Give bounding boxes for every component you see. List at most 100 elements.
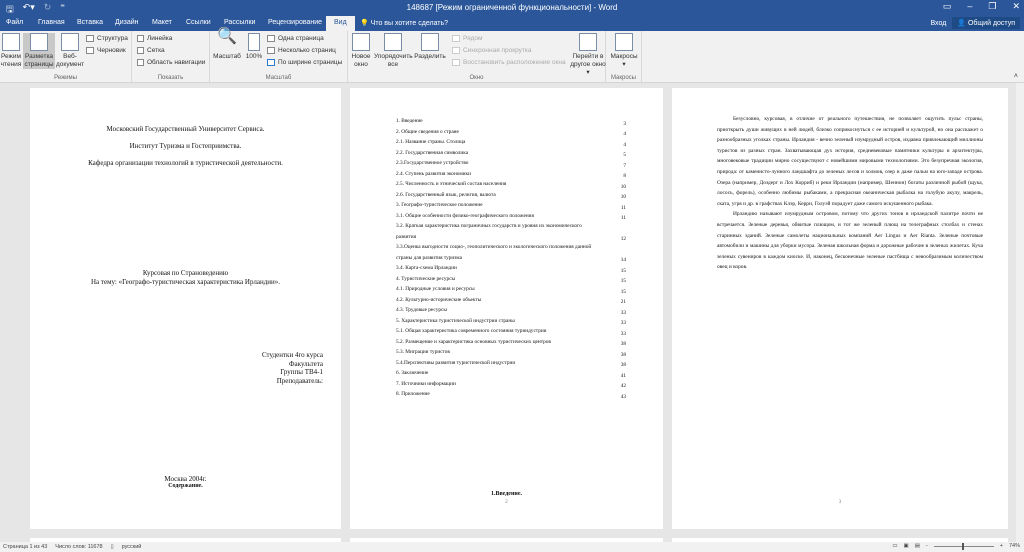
language[interactable]: русский (122, 544, 142, 550)
tab-home[interactable]: Главная (38, 19, 65, 26)
outline-button[interactable]: Структура (86, 35, 128, 42)
group-modes: Режим чтения Разметка страницы Веб-докум… (0, 31, 132, 83)
toc-entry[interactable]: 4. Туристические ресурсы 15 (396, 274, 626, 285)
tab-design[interactable]: Дизайн (115, 19, 139, 26)
toc-entry[interactable]: 5.2. Размещение и характеристика основны… (396, 337, 626, 348)
zoom-in-button[interactable]: + (1000, 543, 1003, 549)
new-window-button[interactable]: Новое окно (350, 33, 372, 69)
ruler-checkbox[interactable]: Линейка (137, 35, 172, 42)
toc-title: 4. Туристические ресурсы (396, 275, 456, 282)
toc-entry[interactable]: 2.1. Название страны. Столица 4 (396, 137, 626, 148)
print-layout-button[interactable]: Разметка страницы (23, 33, 55, 69)
proofing-icon[interactable]: ▯ (111, 544, 114, 550)
toc-entry[interactable]: 3.2. Краткая характеристика пограничных … (396, 221, 626, 242)
outline-icon (86, 35, 94, 42)
toc-entry[interactable]: 5.3. Миграции туристов 38 (396, 347, 626, 358)
web-layout-icon[interactable]: ▤ (915, 543, 920, 549)
close-button[interactable]: ✕ (1012, 1, 1020, 12)
tab-review[interactable]: Рецензирование (268, 19, 322, 26)
draft-button[interactable]: Черновик (86, 47, 126, 54)
tab-references[interactable]: Ссылки (186, 19, 211, 26)
toc-entry[interactable]: 2. Общие сведения о стране 4 (396, 127, 626, 138)
reset-window-button[interactable]: Восстановить расположение окна (452, 59, 566, 66)
read-mode-icon[interactable]: ▭ (892, 543, 897, 549)
navigation-pane-checkbox[interactable]: Область навигации (137, 59, 205, 66)
print-layout-icon[interactable]: ▣ (904, 543, 909, 549)
toc-title: 5.3. Миграции туристов (396, 349, 450, 355)
toc-entry[interactable]: 1. Введение 3 (396, 116, 626, 127)
toc-entry[interactable]: 2.6. Государственный язык, религия, валю… (396, 190, 626, 201)
word-count[interactable]: Число слов: 11678 (55, 544, 102, 550)
zoom-100-button[interactable]: 100% (244, 33, 264, 61)
label: Сетка (147, 47, 165, 54)
read-mode-button[interactable]: Режим чтения (0, 33, 22, 69)
collapse-ribbon-icon[interactable]: ˄ (1014, 73, 1018, 80)
one-page-icon (267, 35, 275, 42)
ribbon-display-icon[interactable]: ▭ (943, 1, 952, 12)
label: Синхронная прокрутка (463, 47, 532, 54)
group-label: Показать (157, 75, 184, 81)
label: 100% (245, 53, 263, 60)
vertical-scrollbar[interactable] (1016, 83, 1024, 542)
lightbulb-icon: 💡 (360, 20, 369, 27)
toc-entry[interactable]: 5.4.Перспективы развития туристической и… (396, 358, 626, 369)
share-button[interactable]: 👤 Общий доступ (952, 17, 1020, 29)
zoom-out-button[interactable]: - (926, 543, 928, 549)
toc-entry[interactable]: 2.4. Ступень развития экономики 8 (396, 169, 626, 180)
department-name: Кафедра организации технологий в туристи… (88, 159, 283, 167)
tab-mailings[interactable]: Рассылки (224, 19, 255, 26)
label: Перейти в другое окно (570, 53, 606, 68)
toc-entry[interactable]: 3.4. Карта-схема Ирландии 15 (396, 263, 626, 274)
toc-entry[interactable]: 5. Характеристика туристической индустри… (396, 316, 626, 327)
page-count[interactable]: Страница 1 из 43 (3, 544, 47, 550)
tab-view[interactable]: Вид (326, 16, 355, 31)
zoom-button[interactable]: 🔍 Масштаб (212, 29, 242, 61)
toc-title: 8. Приложение (396, 391, 430, 397)
gridlines-checkbox[interactable]: Сетка (137, 47, 165, 54)
toc-entry[interactable]: 6. Заключение 41 (396, 368, 626, 379)
switch-windows-button[interactable]: Перейти в другое окно ▾ (570, 33, 606, 77)
arrange-all-button[interactable]: Упорядочить все (374, 33, 413, 69)
document-area[interactable]: Московский Государственный Университет С… (0, 83, 1016, 542)
tab-insert[interactable]: Вставка (77, 19, 103, 26)
toc-page: 10 (620, 183, 626, 190)
macros-button[interactable]: Макросы ▾ (608, 33, 640, 69)
web-layout-button[interactable]: Веб-документ (56, 33, 84, 69)
toc-entry[interactable]: 5.1. Общая характеристика современного с… (396, 326, 626, 337)
sign-in-link[interactable]: Вход (930, 20, 946, 27)
tab-layout[interactable]: Макет (152, 19, 172, 26)
toc-page: 4 (623, 131, 626, 137)
tell-me-search[interactable]: 💡 Что вы хотите сделать? (360, 19, 448, 27)
student-line: Студентки 4го курса (261, 351, 323, 359)
group-label: Масштаб (265, 75, 292, 81)
toc-entry[interactable]: 4.2. Культурно-исторические объекты 21 (396, 295, 626, 306)
toc-entry[interactable]: 4.1. Природные условия и ресурсы 15 (396, 284, 626, 295)
toc-entry[interactable]: 8. Приложение 43 (396, 389, 626, 400)
arrange-all-icon (384, 33, 402, 51)
sync-scroll-button[interactable]: Синхронная прокрутка (452, 47, 531, 54)
maximize-button[interactable]: ❐ (988, 1, 996, 12)
split-button[interactable]: Разделить (414, 33, 446, 61)
minimize-button[interactable]: – (967, 1, 972, 12)
tab-file[interactable]: Файл (6, 19, 23, 26)
zoom-level[interactable]: 74% (1009, 543, 1020, 549)
toc-entry[interactable]: 2.5. Численность и этнический состав нас… (396, 179, 626, 190)
split-icon (421, 33, 439, 51)
one-page-button[interactable]: Одна страница (267, 35, 324, 42)
label: Макросы (610, 53, 638, 60)
toc-entry[interactable]: 3. Географо-туристическое положение 11 (396, 200, 626, 211)
toc-entry[interactable]: 2.2. Государственная символика 5 (396, 148, 626, 159)
side-by-side-button[interactable]: Рядом (452, 35, 483, 42)
page-width-button[interactable]: По ширине страницы (267, 59, 342, 66)
toc-page: 11 (620, 215, 626, 221)
toc-entry[interactable]: 2.3.Государственное устройство 7 (396, 158, 626, 169)
multiple-pages-button[interactable]: Несколько страниц (267, 47, 336, 54)
zoom-slider[interactable] (933, 542, 994, 550)
toc-title: 5.2. Размещение и характеристика основны… (396, 338, 551, 345)
toc-entry[interactable]: 7. Источники информации 42 (396, 379, 626, 390)
toc-entry[interactable]: 3.1. Общие особенности физико-географиче… (396, 211, 626, 222)
toc-entry[interactable]: 3.3.Оценка выгодности социо-, геополитич… (396, 242, 626, 263)
ribbon: Режим чтения Разметка страницы Веб-докум… (0, 29, 1024, 83)
toc-entry[interactable]: 4.3. Трудовые ресурсы 33 (396, 305, 626, 316)
title-bar: 🖫 ↶▾ ↻ ⁼ 148687 [Режим ограниченной функцио… (0, 0, 1024, 15)
